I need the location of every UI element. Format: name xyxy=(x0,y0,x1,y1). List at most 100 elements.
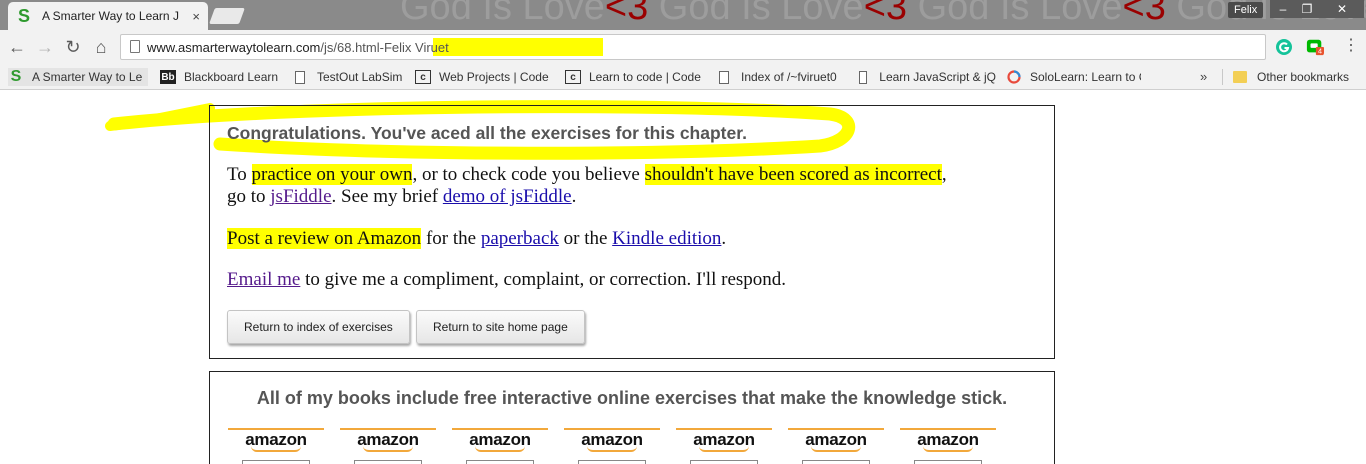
codecademy-icon: c xyxy=(565,70,581,84)
highlighted-text: Post a review on Amazon xyxy=(227,228,422,249)
tab-close-icon[interactable]: × xyxy=(192,9,200,24)
text: for the xyxy=(421,228,481,249)
blackboard-icon: Bb xyxy=(160,70,176,84)
book-thumbnail xyxy=(578,460,646,464)
jsfiddle-link[interactable]: jsFiddle xyxy=(270,186,331,207)
bookmarks-divider xyxy=(1222,69,1223,85)
forward-arrow-icon[interactable]: → xyxy=(34,36,56,58)
new-tab-button[interactable] xyxy=(209,8,245,24)
bookmarks-bar: S A Smarter Way to Le Bb Blackboard Lear… xyxy=(0,64,1366,90)
bookmark-label: Web Projects | Code xyxy=(439,70,549,84)
sololearn-icon xyxy=(1006,70,1022,84)
url-text[interactable]: www.asmarterwaytolearn.com/js/68.html-Fe… xyxy=(147,40,449,55)
bookmark-label: Learn to code | Code xyxy=(589,70,701,84)
wallpaper-heart: <3 xyxy=(863,0,908,28)
grammarly-icon[interactable] xyxy=(1275,38,1293,56)
highlighted-text: practice on your own xyxy=(251,164,413,185)
other-bookmarks-folder[interactable]: Other bookmarks xyxy=(1233,68,1363,86)
bookmark-blackboard[interactable]: Bb Blackboard Learn xyxy=(160,68,285,86)
codecademy-icon: c xyxy=(415,70,431,84)
back-arrow-icon[interactable]: ← xyxy=(6,36,28,58)
book-thumbnail xyxy=(354,460,422,464)
page-icon xyxy=(719,70,729,84)
amazon-logo: amazon xyxy=(693,430,755,449)
page-icon xyxy=(295,70,305,84)
wallpaper-text: God Is Love xyxy=(907,0,1123,28)
wallpaper-text: God Is Love xyxy=(400,0,605,28)
amazon-book-link[interactable]: amazon xyxy=(564,428,660,464)
bookmark-label: SoloLearn: Learn to C xyxy=(1030,70,1141,84)
amazon-book-link[interactable]: amazon xyxy=(788,428,884,464)
extension-badge: 4 xyxy=(1318,47,1322,56)
url-highlight xyxy=(433,38,603,56)
amazon-book-link[interactable]: amazon xyxy=(452,428,548,464)
amazon-logo: amazon xyxy=(357,430,419,449)
bookmark-label: A Smarter Way to Le xyxy=(32,70,143,84)
folder-icon xyxy=(1233,71,1247,83)
address-bar[interactable]: www.asmarterwaytolearn.com/js/68.html-Fe… xyxy=(120,34,1266,60)
desktop-wallpaper-text: God Is Love<3 God Is Love<3 God Is Love<… xyxy=(400,0,1366,29)
amazon-book-link[interactable]: amazon xyxy=(340,428,436,464)
kindle-edition-link[interactable]: Kindle edition xyxy=(612,228,721,249)
wallpaper-heart: <3 xyxy=(1122,0,1166,28)
chapter-complete-panel: Congratulations. You've aced all the exe… xyxy=(209,105,1055,359)
title-bar: God Is Love<3 God Is Love<3 God Is Love<… xyxy=(0,0,1366,30)
amazon-logo: amazon xyxy=(581,430,643,449)
congratulations-heading: Congratulations. You've aced all the exe… xyxy=(227,123,747,143)
bookmark-label: TestOut LabSim xyxy=(317,70,403,84)
bookmark-smarter-way[interactable]: S A Smarter Way to Le xyxy=(8,68,148,86)
home-icon[interactable]: ⌂ xyxy=(90,36,112,58)
amazon-book-link[interactable]: amazon xyxy=(228,428,324,464)
amazon-logo: amazon xyxy=(805,430,867,449)
highlighted-text: shouldn't have been scored as incorrect xyxy=(644,164,942,185)
return-to-index-button[interactable]: Return to index of exercises xyxy=(227,310,410,344)
review-paragraph: Post a review on Amazon for the paperbac… xyxy=(227,228,726,250)
text: . xyxy=(721,228,727,249)
book-thumbnail xyxy=(466,460,534,464)
tab-title: A Smarter Way to Learn J xyxy=(42,9,179,23)
text: . See my brief xyxy=(331,186,443,207)
url-host: www.asmarterwaytolearn.com xyxy=(147,40,321,55)
books-heading: All of my books include free interactive… xyxy=(256,388,1008,408)
close-window-icon[interactable]: ✕ xyxy=(1320,0,1364,18)
jsfiddle-demo-link[interactable]: demo of jsFiddle xyxy=(443,186,572,207)
email-paragraph: Email me to give me a compliment, compla… xyxy=(227,269,786,291)
text: go to xyxy=(227,186,271,207)
email-me-link[interactable]: Email me xyxy=(227,269,300,290)
return-to-home-button[interactable]: Return to site home page xyxy=(416,310,585,344)
reload-icon[interactable]: ↻ xyxy=(62,36,84,58)
practice-paragraph: To practice on your own, or to check cod… xyxy=(227,164,947,208)
restore-icon[interactable]: ❐ xyxy=(1294,0,1320,18)
bookmark-label: Index of /~fviruet0 xyxy=(741,70,837,84)
bookmark-sololearn[interactable]: SoloLearn: Learn to C xyxy=(1006,68,1141,86)
bookmark-index-fviruet[interactable]: Index of /~fviruet0 xyxy=(716,68,846,86)
amazon-book-link[interactable]: amazon xyxy=(900,428,996,464)
text: to give me a compliment, complaint, or c… xyxy=(300,269,787,290)
text: , or to check code you believe xyxy=(412,164,645,185)
browser-menu-icon[interactable]: ⋮ xyxy=(1343,36,1359,56)
profile-button[interactable]: Felix xyxy=(1228,2,1264,18)
page-info-icon[interactable] xyxy=(130,40,140,53)
url-path: /js/68.html-Felix Viruet xyxy=(320,40,449,55)
bookmark-learn-to-code[interactable]: c Learn to code | Code xyxy=(565,68,705,86)
text: . xyxy=(571,186,577,207)
browser-toolbar: ← → ↻ ⌂ www.asmarterwaytolearn.com/js/68… xyxy=(0,30,1366,64)
page-icon xyxy=(859,70,868,84)
smarter-way-icon: S xyxy=(10,68,22,85)
amazon-logo: amazon xyxy=(245,430,307,449)
amazon-book-link[interactable]: amazon xyxy=(676,428,772,464)
paperback-link[interactable]: paperback xyxy=(481,228,559,249)
bookmark-label: Learn JavaScript & jQ xyxy=(879,70,996,84)
wallpaper-heart: <3 xyxy=(604,0,649,28)
bookmark-testout[interactable]: TestOut LabSim xyxy=(292,68,407,86)
bookmarks-overflow-icon[interactable]: » xyxy=(1200,69,1207,84)
browser-tab-active[interactable]: S A Smarter Way to Learn J × xyxy=(8,2,208,30)
bookmark-learn-javascript[interactable]: Learn JavaScript & jQ xyxy=(856,68,996,86)
book-thumbnail xyxy=(242,460,310,464)
line-extension-icon[interactable]: 4 xyxy=(1306,38,1324,56)
books-panel: All of my books include free interactive… xyxy=(209,371,1055,464)
smarter-way-favicon-icon: S xyxy=(18,5,31,26)
minimize-icon[interactable]: ‒ xyxy=(1270,0,1296,18)
wallpaper-text: God Is Love xyxy=(648,0,864,28)
bookmark-web-projects[interactable]: c Web Projects | Code xyxy=(415,68,555,86)
